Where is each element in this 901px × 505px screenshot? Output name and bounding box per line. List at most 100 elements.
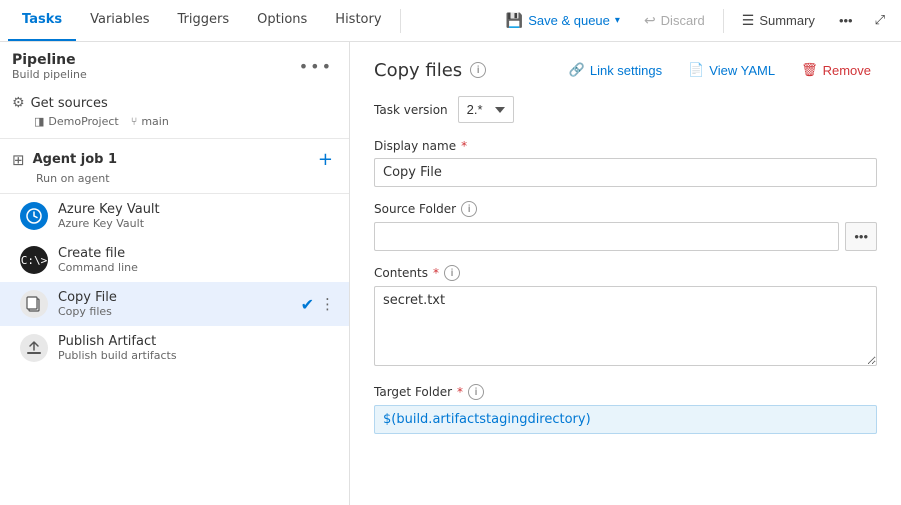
summary-label: Summary bbox=[759, 13, 815, 28]
remove-button[interactable]: 🗑 Remove bbox=[795, 58, 877, 82]
agent-job-left: ⊞ Agent job 1 bbox=[12, 151, 117, 169]
copyfile-more-button[interactable]: ⋮ bbox=[320, 295, 337, 313]
target-folder-info-icon[interactable]: i bbox=[468, 384, 484, 400]
keyvault-icon bbox=[20, 202, 48, 230]
contents-info-icon[interactable]: i bbox=[444, 265, 460, 281]
get-sources-row: ⚙ Get sources bbox=[12, 95, 337, 111]
task-item-keyvault[interactable]: Azure Key Vault Azure Key Vault bbox=[0, 194, 349, 238]
yaml-icon: 📄 bbox=[688, 62, 704, 78]
display-name-label: Display name * bbox=[374, 139, 877, 153]
source-folder-browse-button[interactable]: ••• bbox=[845, 222, 877, 251]
contents-textarea[interactable]: secret.txt bbox=[374, 286, 877, 366]
keyvault-desc: Azure Key Vault bbox=[58, 217, 337, 230]
save-icon: 💾 bbox=[506, 12, 523, 29]
get-sources-section[interactable]: ⚙ Get sources ◨ DemoProject ⑂ main bbox=[0, 87, 349, 139]
tab-history[interactable]: History bbox=[321, 0, 395, 41]
keyvault-name: Azure Key Vault bbox=[58, 202, 337, 217]
project-icon: ◨ bbox=[34, 115, 44, 128]
link-settings-button[interactable]: 🔗 Link settings bbox=[563, 58, 668, 82]
publish-icon bbox=[20, 334, 48, 362]
agent-job-section: ⊞ Agent job 1 + Run on agent bbox=[0, 139, 349, 194]
source-folder-input[interactable] bbox=[374, 222, 839, 251]
agent-job-icon: ⊞ bbox=[12, 151, 25, 169]
task-item-createfile[interactable]: C:\> Create file Command line bbox=[0, 238, 349, 282]
createfile-content: Create file Command line bbox=[58, 246, 337, 274]
target-folder-row: Target Folder * i bbox=[374, 384, 877, 434]
save-queue-button[interactable]: 💾 Save & queue ▾ bbox=[496, 7, 630, 34]
copy-icon bbox=[20, 290, 48, 318]
undo-icon: ↩ bbox=[644, 12, 656, 29]
keyvault-content: Azure Key Vault Azure Key Vault bbox=[58, 202, 337, 230]
copyfile-desc: Copy files bbox=[58, 305, 291, 318]
get-sources-meta: ◨ DemoProject ⑂ main bbox=[34, 115, 337, 128]
get-sources-icon: ⚙ bbox=[12, 95, 25, 111]
tab-variables[interactable]: Variables bbox=[76, 0, 163, 41]
panel-actions: 🔗 Link settings 📄 View YAML 🗑 Remove bbox=[563, 58, 877, 82]
summary-button[interactable]: ☰ Summary bbox=[732, 7, 825, 34]
target-folder-required: * bbox=[457, 385, 463, 399]
agent-job-header: ⊞ Agent job 1 + bbox=[12, 147, 337, 172]
pipeline-more-button[interactable]: ••• bbox=[295, 55, 337, 78]
source-folder-input-row: ••• bbox=[374, 222, 877, 251]
agent-job-subtitle: Run on agent bbox=[36, 172, 337, 185]
pipeline-subtitle: Build pipeline bbox=[12, 68, 87, 81]
branch-icon: ⑂ bbox=[131, 115, 138, 128]
pipeline-title: Pipeline bbox=[12, 52, 87, 68]
agent-job-title: Agent job 1 bbox=[33, 152, 117, 167]
top-nav-actions: 💾 Save & queue ▾ ↩ Discard ☰ Summary •••… bbox=[496, 7, 901, 34]
publishartifact-desc: Publish build artifacts bbox=[58, 349, 337, 362]
cmd-icon: C:\> bbox=[20, 246, 48, 274]
main-area: Pipeline Build pipeline ••• ⚙ Get source… bbox=[0, 42, 901, 505]
summary-icon: ☰ bbox=[742, 12, 755, 29]
task-item-copyfile[interactable]: Copy File Copy files ✔ ⋮ bbox=[0, 282, 349, 326]
action-separator bbox=[723, 9, 724, 33]
branch-meta: ⑂ main bbox=[131, 115, 169, 128]
tab-triggers[interactable]: Triggers bbox=[164, 0, 244, 41]
display-name-row: Display name * bbox=[374, 139, 877, 187]
remove-label: Remove bbox=[823, 63, 871, 78]
task-item-publishartifact[interactable]: Publish Artifact Publish build artifacts bbox=[0, 326, 349, 370]
expand-button[interactable]: ⤢ bbox=[867, 8, 893, 33]
add-task-button[interactable]: + bbox=[314, 147, 337, 172]
copyfile-actions: ✔ ⋮ bbox=[301, 295, 337, 314]
contents-label: Contents * i bbox=[374, 265, 877, 281]
createfile-desc: Command line bbox=[58, 261, 337, 274]
task-version-select[interactable]: 2.* 1.* 3.* bbox=[458, 96, 514, 123]
nav-tabs: Tasks Variables Triggers Options History bbox=[8, 0, 396, 41]
target-folder-input[interactable] bbox=[374, 405, 877, 434]
nav-separator bbox=[400, 9, 401, 33]
project-meta: ◨ DemoProject bbox=[34, 115, 119, 128]
view-yaml-label: View YAML bbox=[709, 63, 775, 78]
display-name-required: * bbox=[461, 139, 467, 153]
source-folder-info-icon[interactable]: i bbox=[461, 201, 477, 217]
publishartifact-name: Publish Artifact bbox=[58, 334, 337, 349]
link-settings-icon: 🔗 bbox=[569, 62, 585, 78]
task-check-icon: ✔ bbox=[301, 295, 314, 314]
contents-row: Contents * i secret.txt bbox=[374, 265, 877, 370]
branch-name: main bbox=[141, 115, 168, 128]
more-button[interactable]: ••• bbox=[829, 8, 863, 33]
discard-button[interactable]: ↩ Discard bbox=[634, 7, 715, 34]
right-panel: Copy files i 🔗 Link settings 📄 View YAML… bbox=[350, 42, 901, 505]
task-version-row: Task version 2.* 1.* 3.* bbox=[374, 96, 877, 123]
project-name: DemoProject bbox=[48, 115, 118, 128]
pipeline-header: Pipeline Build pipeline ••• bbox=[0, 42, 349, 87]
discard-label: Discard bbox=[661, 13, 705, 28]
view-yaml-button[interactable]: 📄 View YAML bbox=[682, 58, 781, 82]
tab-options[interactable]: Options bbox=[243, 0, 321, 41]
source-folder-label: Source Folder i bbox=[374, 201, 877, 217]
panel-header: Copy files i 🔗 Link settings 📄 View YAML… bbox=[374, 58, 877, 82]
save-queue-chevron: ▾ bbox=[615, 15, 620, 26]
save-queue-label: Save & queue bbox=[528, 13, 610, 28]
get-sources-title: Get sources bbox=[31, 96, 108, 111]
panel-title: Copy files bbox=[374, 60, 462, 81]
contents-required: * bbox=[433, 266, 439, 280]
display-name-input[interactable] bbox=[374, 158, 877, 187]
panel-title-row: Copy files i bbox=[374, 60, 486, 81]
title-info-icon[interactable]: i bbox=[470, 62, 486, 78]
remove-icon: 🗑 bbox=[801, 62, 818, 78]
more-icon: ••• bbox=[839, 13, 853, 28]
top-nav: Tasks Variables Triggers Options History… bbox=[0, 0, 901, 42]
copyfile-name: Copy File bbox=[58, 290, 291, 305]
tab-tasks[interactable]: Tasks bbox=[8, 0, 76, 41]
